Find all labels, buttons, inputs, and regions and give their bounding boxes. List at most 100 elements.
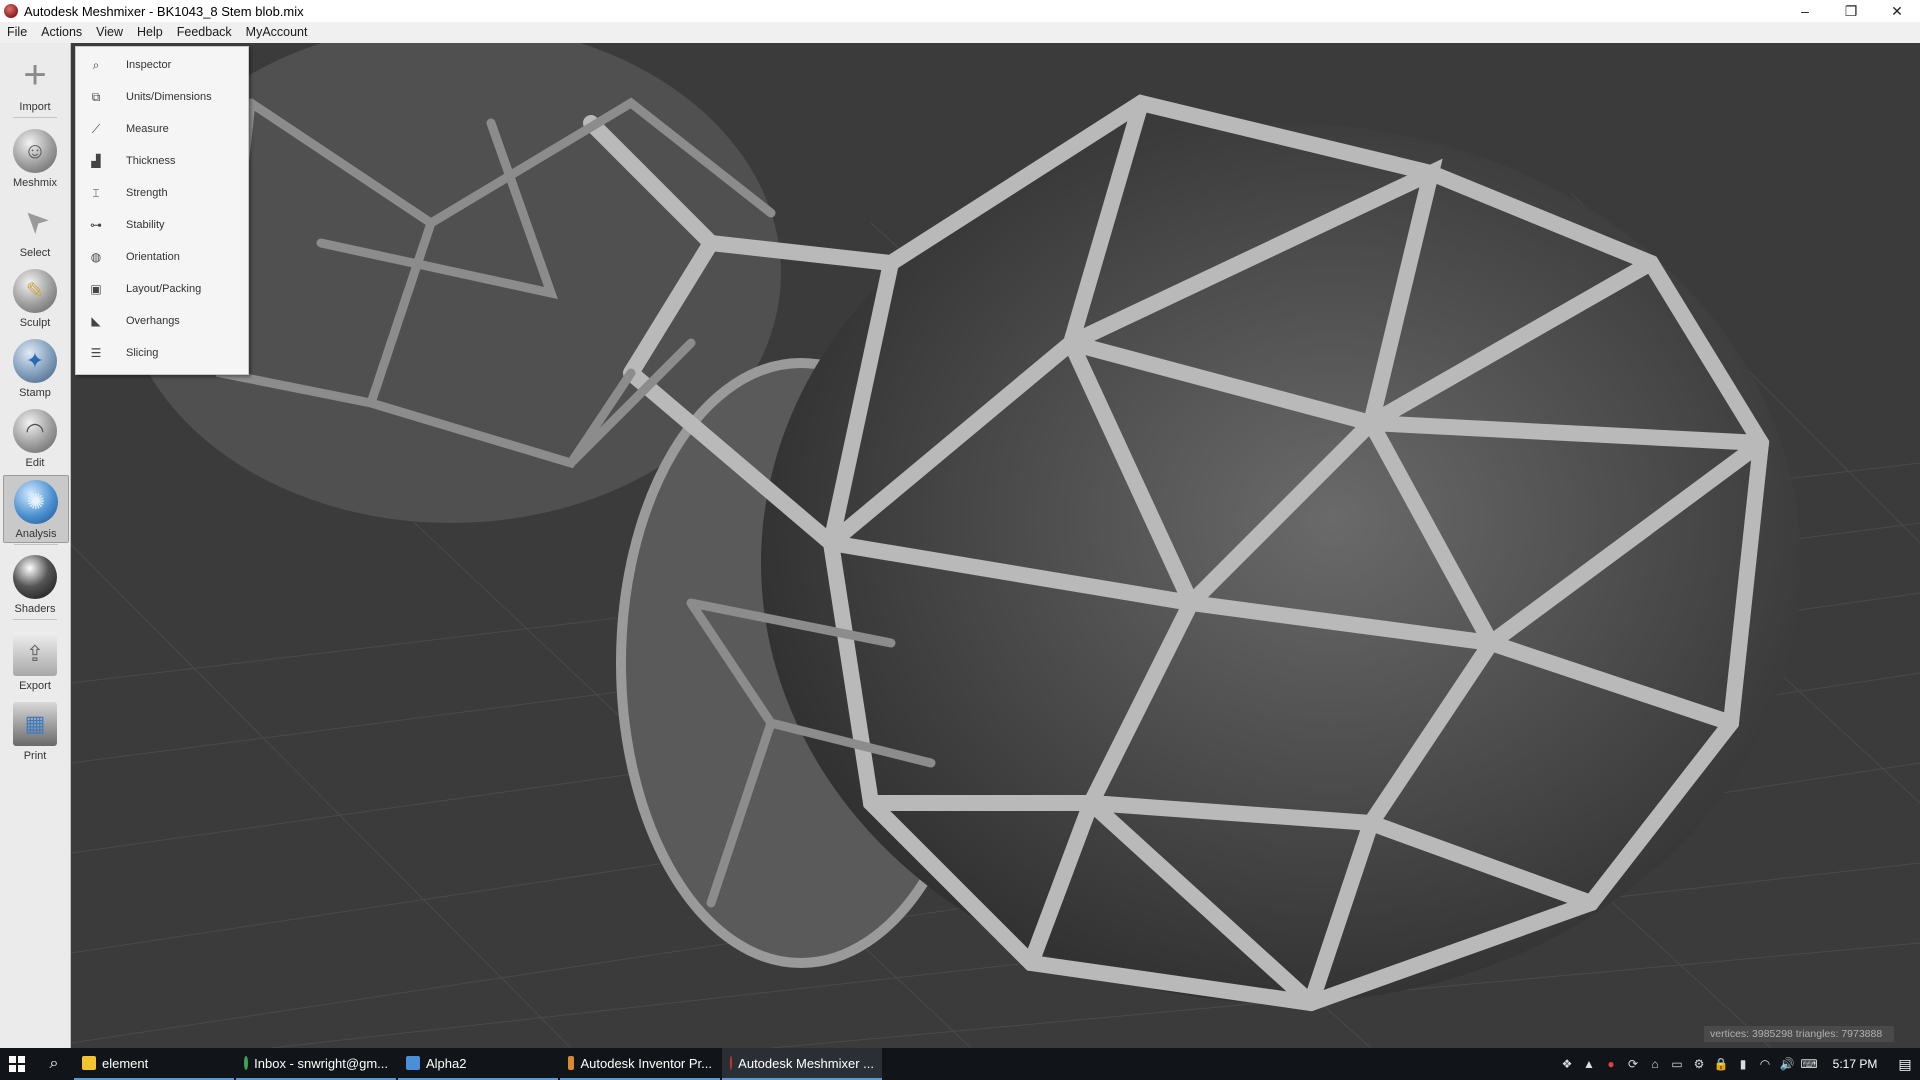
meshmixer-icon	[730, 1056, 732, 1070]
menu-view[interactable]: View	[89, 22, 130, 43]
export-icon: ⇪	[13, 632, 57, 676]
taskbar-app-meshmixer[interactable]: Autodesk Meshmixer ...	[722, 1048, 882, 1080]
windows-taskbar: ⌕ element Inbox - snwright@gm... Alpha2 …	[0, 1048, 1920, 1080]
viewport-scene	[71, 43, 1920, 1048]
title-bar: Autodesk Meshmixer - BK1043_8 Stem blob.…	[0, 0, 1920, 22]
thickness-icon: ▟	[88, 154, 104, 168]
sync-icon[interactable]: ⟳	[1622, 1057, 1644, 1071]
volume-icon[interactable]: 🔊	[1776, 1057, 1798, 1071]
slicing-icon: ☰	[88, 346, 104, 360]
menu-item-slicing[interactable]: ☰ Slicing	[76, 337, 248, 369]
tool-analysis[interactable]: ✺ Analysis	[3, 475, 69, 543]
tool-label: Edit	[26, 457, 45, 469]
menu-item-label: Overhangs	[126, 315, 180, 327]
menu-item-label: Measure	[126, 123, 169, 135]
settings-icon[interactable]: ⚙	[1688, 1057, 1710, 1071]
menu-item-inspector[interactable]: ⌕ Inspector	[76, 49, 248, 81]
tool-select[interactable]: ➤ Select	[3, 195, 67, 261]
close-button[interactable]: ✕	[1874, 0, 1920, 22]
tool-label: Shaders	[15, 603, 56, 615]
tool-stamp[interactable]: ✦ Stamp	[3, 335, 67, 401]
units-icon: ⧉	[88, 90, 104, 104]
shader-sphere-icon	[13, 555, 57, 599]
tool-label: Meshmix	[13, 177, 57, 189]
menu-feedback[interactable]: Feedback	[170, 22, 239, 43]
window-controls: – ❐ ✕	[1782, 0, 1920, 22]
taskbar-app-label: Inbox - snwright@gm...	[254, 1056, 388, 1071]
strength-icon: ⌶	[88, 186, 104, 200]
chrome-icon	[244, 1056, 248, 1070]
menu-item-stability[interactable]: ⊶ Stability	[76, 209, 248, 241]
taskbar-app-label: Alpha2	[426, 1056, 466, 1071]
tool-sculpt[interactable]: ✎ Sculpt	[3, 265, 67, 331]
dropbox-icon[interactable]: ❖	[1556, 1057, 1578, 1071]
menu-item-label: Layout/Packing	[126, 283, 201, 295]
menu-item-strength[interactable]: ⌶ Strength	[76, 177, 248, 209]
menu-help[interactable]: Help	[130, 22, 170, 43]
restore-button[interactable]: ❐	[1828, 0, 1874, 22]
tool-label: Analysis	[16, 528, 57, 540]
menu-item-overhangs[interactable]: ◣ Overhangs	[76, 305, 248, 337]
tool-print[interactable]: ▦ Print	[3, 698, 67, 764]
tool-meshmix[interactable]: ☺ Meshmix	[3, 125, 67, 191]
search-icon[interactable]: ⌕	[34, 1048, 74, 1080]
taskbar-app-inventor[interactable]: Autodesk Inventor Pr...	[560, 1048, 720, 1080]
tool-label: Print	[24, 750, 47, 762]
menu-item-units-dimensions[interactable]: ⧉ Units/Dimensions	[76, 81, 248, 113]
inventor-icon	[568, 1056, 574, 1070]
menu-myaccount[interactable]: MyAccount	[239, 22, 315, 43]
tool-sidebar: + Import ☺ Meshmix ➤ Select ✎ Sculpt ✦ S…	[0, 43, 71, 1048]
tool-edit[interactable]: ◠ Edit	[3, 405, 67, 471]
sculpt-brush-icon: ✎	[13, 269, 57, 313]
tool-shaders[interactable]: Shaders	[3, 551, 67, 617]
keyboard-icon[interactable]: ⌨	[1798, 1057, 1820, 1071]
menu-bar: File Actions View Help Feedback MyAccoun…	[0, 22, 1920, 44]
menu-item-label: Orientation	[126, 251, 180, 263]
taskbar-app-label: Autodesk Meshmixer ...	[738, 1056, 874, 1071]
wifi-icon[interactable]: ◠	[1754, 1057, 1776, 1071]
network-share-icon[interactable]: ⌂	[1644, 1057, 1666, 1071]
menu-item-measure[interactable]: ⟋ Measure	[76, 113, 248, 145]
plus-icon: +	[13, 53, 57, 97]
stability-icon: ⊶	[88, 218, 104, 232]
taskbar-app-chrome[interactable]: Inbox - snwright@gm...	[236, 1048, 396, 1080]
layout-icon: ▣	[88, 282, 104, 296]
menu-actions[interactable]: Actions	[34, 22, 89, 43]
menu-item-label: Slicing	[126, 347, 158, 359]
notification-icon[interactable]: ▤	[1890, 1056, 1920, 1073]
monitor-icon[interactable]: ▭	[1666, 1057, 1688, 1071]
meshmixer-logo-icon	[4, 4, 18, 18]
tool-import[interactable]: + Import	[3, 49, 67, 115]
overhangs-icon: ◣	[88, 314, 104, 328]
taskbar-app-alpha2[interactable]: Alpha2	[398, 1048, 558, 1080]
analysis-mesh-icon: ✺	[14, 480, 58, 524]
system-tray: ❖ ▲ ● ⟳ ⌂ ▭ ⚙ 🔒 ▮ ◠ 🔊 ⌨ 5:17 PM ▤	[1556, 1048, 1920, 1080]
mesh-stats-readout: vertices: 3985298 triangles: 7973888	[1704, 1026, 1894, 1042]
face-sphere-icon: ☺	[13, 129, 57, 173]
ruler-icon: ⟋	[88, 122, 104, 136]
folder-icon	[82, 1056, 96, 1070]
tool-label: Import	[19, 101, 50, 113]
clock[interactable]: 5:17 PM	[1820, 1057, 1890, 1071]
analysis-menu: ⌕ Inspector ⧉ Units/Dimensions ⟋ Measure…	[75, 46, 249, 375]
tool-label: Sculpt	[20, 317, 51, 329]
battery-icon[interactable]: ▮	[1732, 1057, 1754, 1071]
menu-item-thickness[interactable]: ▟ Thickness	[76, 145, 248, 177]
autodesk-icon[interactable]: ▲	[1578, 1057, 1600, 1071]
tool-export[interactable]: ⇪ Export	[3, 628, 67, 694]
lock-icon[interactable]: 🔒	[1710, 1057, 1732, 1071]
taskbar-app-label: element	[102, 1056, 148, 1071]
3d-viewport[interactable]	[71, 43, 1920, 1048]
menu-item-label: Inspector	[126, 59, 171, 71]
menu-item-layout-packing[interactable]: ▣ Layout/Packing	[76, 273, 248, 305]
antivirus-icon[interactable]: ●	[1600, 1057, 1622, 1071]
taskbar-app-element[interactable]: element	[74, 1048, 234, 1080]
menu-file[interactable]: File	[0, 22, 34, 43]
tool-label: Select	[20, 247, 51, 259]
edit-sphere-icon: ◠	[13, 409, 57, 453]
stamp-icon: ✦	[13, 339, 57, 383]
start-button[interactable]	[0, 1048, 34, 1080]
minimize-button[interactable]: –	[1782, 0, 1828, 22]
window-title: Autodesk Meshmixer - BK1043_8 Stem blob.…	[24, 4, 304, 19]
menu-item-orientation[interactable]: ◍ Orientation	[76, 241, 248, 273]
